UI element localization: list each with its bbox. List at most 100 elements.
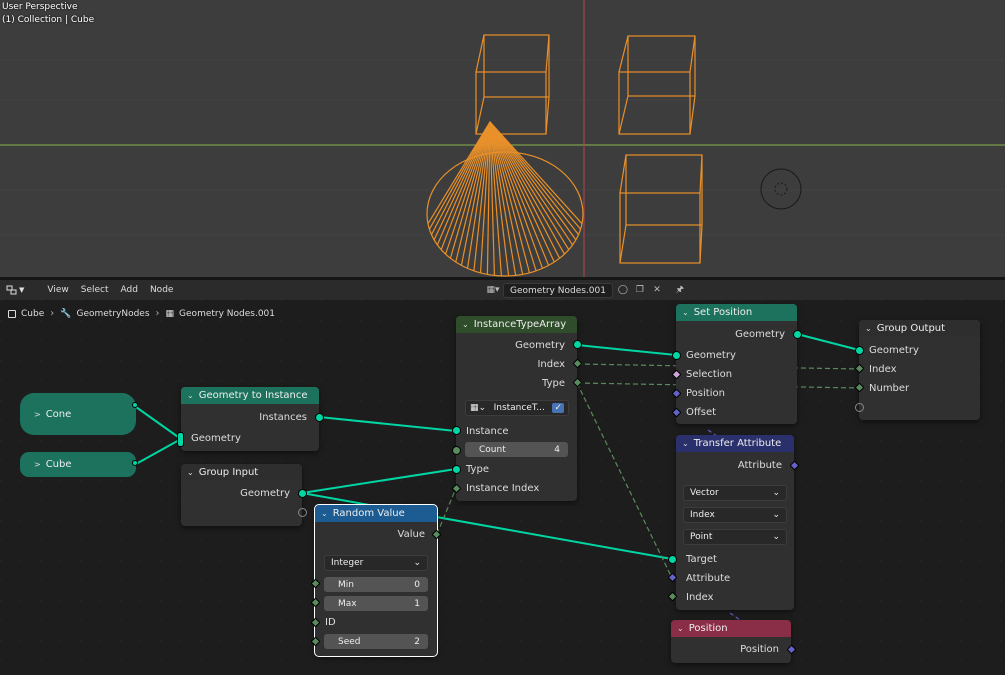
data-type-value: Integer <box>331 558 364 568</box>
count-value: 4 <box>554 444 560 455</box>
input-target-label: Target <box>686 553 717 565</box>
chevron-down-icon[interactable]: ⌄ <box>321 509 328 518</box>
fake-user-shield-icon[interactable]: ◯ <box>616 283 630 297</box>
wrench-icon: 🔧 <box>60 308 72 319</box>
menu-add[interactable]: Add <box>121 285 138 295</box>
node-group-selector[interactable]: ▦⌄ InstanceT... ✓ <box>465 400 569 416</box>
node-tree-name-field[interactable]: Geometry Nodes.001 <box>503 282 613 298</box>
max-field[interactable]: Max 1 <box>324 596 428 611</box>
output-type-label: Type <box>542 377 565 389</box>
cone-object-node[interactable]: > Cone <box>20 393 136 435</box>
socket-cone-output[interactable] <box>132 402 138 408</box>
node-tree-browse-icon[interactable]: ▦▾ <box>486 283 500 297</box>
cube-wireframe-1 <box>475 34 550 135</box>
socket-output-geometry[interactable] <box>298 489 307 498</box>
breadcrumb-tree: Geometry Nodes.001 <box>179 308 276 319</box>
node-header[interactable]: ⌄ Geometry to Instance <box>181 387 319 404</box>
breadcrumb-object: Cube <box>21 308 45 319</box>
geometry-to-instance-node[interactable]: ⌄ Geometry to Instance Instances Geometry <box>181 387 319 451</box>
chevron-down-icon[interactable]: ⌄ <box>682 308 689 317</box>
group-input-node[interactable]: ⌄ Group Input Geometry <box>181 464 302 526</box>
node-editor-icon <box>6 285 17 295</box>
node-header[interactable]: ⌄ InstanceTypeArray <box>456 316 577 333</box>
seed-value: 2 <box>414 636 420 647</box>
viewport-scene <box>0 0 1005 277</box>
fake-user-shield-icon[interactable]: ✓ <box>552 403 564 413</box>
min-label: Min <box>338 579 354 590</box>
node-header[interactable]: ⌄ Set Position <box>676 304 797 321</box>
node-title: Set Position <box>693 307 753 318</box>
data-type-dropdown[interactable]: Integer ⌄ <box>324 555 428 571</box>
menu-node[interactable]: Node <box>150 285 174 295</box>
count-field[interactable]: Count 4 <box>465 442 568 457</box>
input-id-label: ID <box>325 616 336 628</box>
pin-icon[interactable]: 🖈 <box>673 283 687 297</box>
breadcrumb-separator-icon: › <box>155 308 160 319</box>
chevron-down-icon[interactable]: ⌄ <box>187 468 194 477</box>
socket-output-geometry[interactable] <box>793 330 802 339</box>
max-label: Max <box>338 598 357 609</box>
socket-input-empty[interactable] <box>855 403 864 412</box>
socket-input-geometry[interactable] <box>855 346 864 355</box>
socket-cube-output[interactable] <box>132 460 138 466</box>
collapse-chevron-icon[interactable]: > <box>34 460 41 469</box>
object-icon <box>8 309 16 318</box>
collapse-chevron-icon[interactable]: > <box>34 410 41 419</box>
node-header[interactable]: ⌄ Transfer Attribute <box>676 435 794 452</box>
cone-edge <box>489 121 537 272</box>
input-geometry-label: Geometry <box>686 349 736 361</box>
mapping-dropdown[interactable]: Index ⌄ <box>683 507 787 523</box>
mapping-value: Index <box>690 510 715 520</box>
node-title: Random Value <box>332 508 405 519</box>
unlink-close-icon[interactable]: ✕ <box>650 283 664 297</box>
seed-field[interactable]: Seed 2 <box>324 634 428 649</box>
min-field[interactable]: Min 0 <box>324 577 428 592</box>
chevron-down-icon[interactable]: ⌄ <box>865 324 872 333</box>
cube-object-node[interactable]: > Cube <box>20 452 136 477</box>
node-editor[interactable]: ▼ View Select Add Node ▦▾ Geometry Nodes… <box>0 280 1005 675</box>
instance-type-array-node[interactable]: ⌄ InstanceTypeArray Geometry Index Type ▦… <box>456 316 577 501</box>
socket-input-count[interactable] <box>452 446 461 455</box>
node-header[interactable]: ⌄ Group Output <box>859 320 980 337</box>
chevron-down-icon[interactable]: ⌄ <box>682 439 689 448</box>
node-group-name: InstanceT... <box>493 403 545 413</box>
node-title: Group Input <box>198 467 259 478</box>
input-instance-index-label: Instance Index <box>466 482 540 494</box>
cube-node-label: Cube <box>45 459 72 470</box>
node-title: Geometry to Instance <box>198 390 308 401</box>
seed-label: Seed <box>338 636 361 647</box>
chevron-down-icon[interactable]: ⌄ <box>677 624 684 633</box>
group-output-node[interactable]: ⌄ Group Output Geometry Index Number <box>859 320 980 420</box>
socket-input-target[interactable] <box>668 555 677 564</box>
node-title: InstanceTypeArray <box>473 319 567 330</box>
socket-input-type[interactable] <box>452 465 461 474</box>
socket-input-instance[interactable] <box>452 426 461 435</box>
chevron-down-icon: ⌄ <box>772 510 780 520</box>
breadcrumb-modifier: GeometryNodes <box>76 308 150 319</box>
socket-input-geometry-multi[interactable] <box>177 432 184 447</box>
data-type-dropdown[interactable]: Vector ⌄ <box>683 485 787 501</box>
node-header[interactable]: ⌄ Group Input <box>181 464 302 481</box>
domain-dropdown[interactable]: Point ⌄ <box>683 529 787 545</box>
socket-input-geometry[interactable] <box>672 351 681 360</box>
duplicate-icon[interactable]: ❐ <box>633 283 647 297</box>
socket-output-empty[interactable] <box>298 508 307 517</box>
menu-view[interactable]: View <box>47 285 68 295</box>
random-value-node[interactable]: ⌄ Random Value Value Integer ⌄ Min 0 Max 1 I… <box>314 504 438 657</box>
3d-viewport[interactable]: User Perspective (1) Collection | Cube <box>0 0 1005 277</box>
node-header[interactable]: ⌄ Random Value <box>315 505 437 522</box>
chevron-down-icon[interactable]: ⌄ <box>462 320 469 329</box>
set-position-node[interactable]: ⌄ Set Position Geometry Geometry Selectio… <box>676 304 797 424</box>
input-number-label: Number <box>869 382 910 394</box>
socket-output-instances[interactable] <box>315 413 324 422</box>
socket-output-geometry[interactable] <box>573 340 582 349</box>
chevron-down-icon[interactable]: ⌄ <box>187 391 194 400</box>
node-header[interactable]: ⌄ Position <box>671 620 791 637</box>
editor-type-button[interactable]: ▼ <box>3 284 27 296</box>
transfer-attribute-node[interactable]: ⌄ Transfer Attribute Attribute Vector ⌄ In… <box>676 435 794 610</box>
menu-select[interactable]: Select <box>81 285 109 295</box>
collection-label: (1) Collection | Cube <box>2 15 95 25</box>
node-title: Position <box>688 623 728 634</box>
position-node[interactable]: ⌄ Position Position <box>671 620 791 663</box>
chevron-down-icon: ⌄ <box>772 488 780 498</box>
